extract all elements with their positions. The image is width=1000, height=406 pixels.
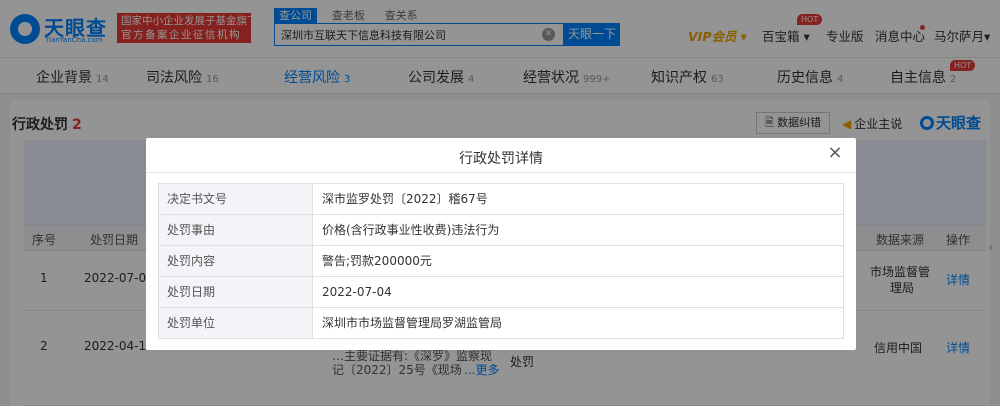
detail-row-reason: 处罚事由 价格(含行政事业性收费)违法行为 [159,215,844,246]
divider [146,172,856,173]
dialog-title: 行政处罚详情 [459,151,543,167]
detail-row-authority: 处罚单位 深圳市市场监督管理局罗湖监管局 [159,308,844,339]
close-icon[interactable]: × [826,144,844,162]
penalty-detail-dialog: 行政处罚详情 × 决定书文号 深市监罗处罚〔2022〕稽67号 处罚事由 价格(… [146,138,856,350]
detail-row-content: 处罚内容 警告;罚款200000元 [159,246,844,277]
detail-row-decision-number: 决定书文号 深市监罗处罚〔2022〕稽67号 [159,184,844,215]
detail-row-date: 处罚日期 2022-07-04 [159,277,844,308]
detail-table: 决定书文号 深市监罗处罚〔2022〕稽67号 处罚事由 价格(含行政事业性收费)… [158,183,844,339]
